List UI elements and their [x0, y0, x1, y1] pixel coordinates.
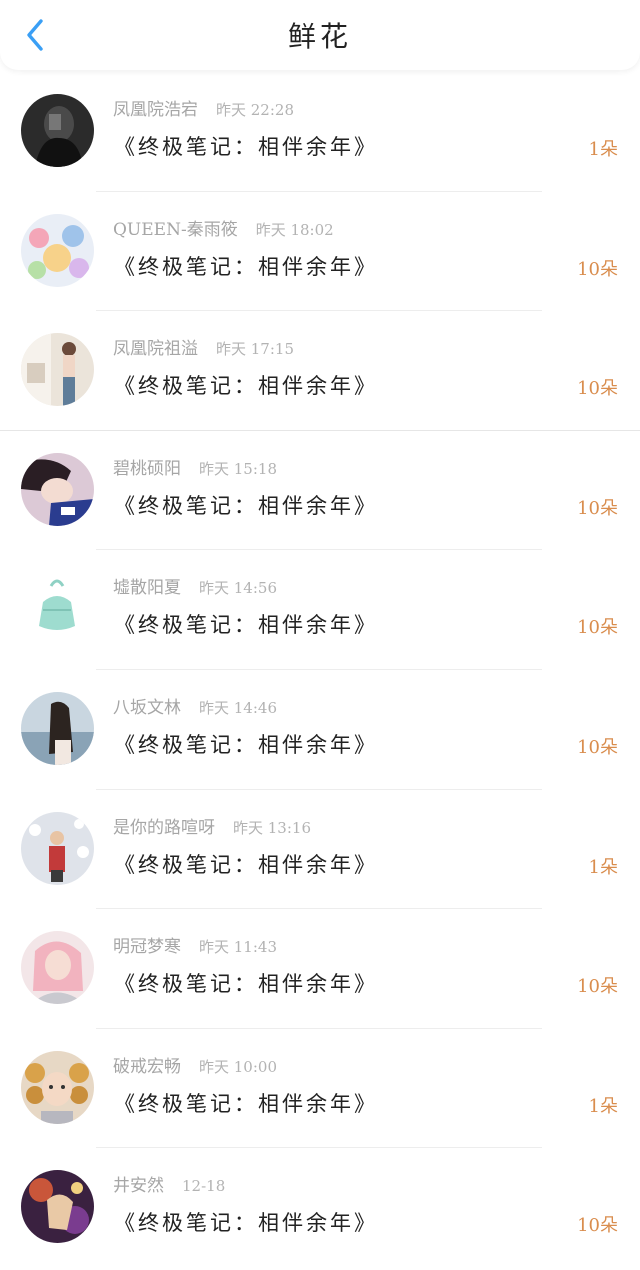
avatar[interactable]: [21, 94, 94, 167]
user-name: 明冠梦寒: [113, 937, 181, 958]
avatar[interactable]: [21, 333, 94, 407]
list-item[interactable]: 墟散阳夏 昨天 14:56 《终极笔记：相伴余年》 10朵: [0, 550, 640, 670]
avatar[interactable]: [21, 811, 94, 885]
timestamp: 昨天 14:56: [199, 579, 277, 598]
user-name: 八坂文林: [113, 697, 181, 718]
page-title: 鲜花: [287, 20, 352, 53]
flower-count: 10朵: [577, 617, 618, 639]
timestamp: 12-18: [182, 1177, 226, 1196]
book-title: 《终极笔记：相伴余年》: [114, 135, 378, 159]
list-item[interactable]: 井安然 12-18 《终极笔记：相伴余年》 10朵: [0, 1148, 640, 1268]
book-title: 《终极笔记：相伴余年》: [114, 972, 378, 997]
flower-list: 凤凰院浩宕 昨天 22:28 《终极笔记：相伴余年》 1朵 QUEEN-秦雨筱 昨天…: [0, 72, 640, 1268]
flower-count: 10朵: [577, 258, 618, 280]
book-title: 《终极笔记：相伴余年》: [114, 254, 378, 279]
timestamp: 昨天 11:43: [199, 938, 277, 957]
timestamp: 昨天 22:28: [216, 101, 294, 119]
timestamp: 昨天 13:16: [233, 818, 311, 837]
timestamp: 昨天 15:18: [199, 459, 277, 478]
book-title: 《终极笔记：相伴余年》: [114, 374, 378, 399]
timestamp: 昨天 14:46: [199, 698, 277, 717]
flower-count: 1朵: [588, 856, 618, 878]
book-title: 《终极笔记：相伴余年》: [114, 852, 378, 877]
book-title: 《终极笔记：相伴余年》: [114, 493, 378, 518]
timestamp: 昨天 18:02: [255, 220, 334, 239]
avatar[interactable]: [21, 931, 94, 1005]
user-name: QUEEN-秦雨筱: [113, 219, 238, 240]
list-item[interactable]: 是你的路喧呀 昨天 13:16 《终极笔记：相伴余年》 1朵: [0, 790, 640, 910]
user-name: 井安然: [113, 1176, 164, 1197]
flower-count: 10朵: [577, 497, 618, 519]
flower-count: 10朵: [577, 976, 618, 998]
flower-count: 1朵: [588, 139, 618, 160]
flower-count: 1朵: [588, 1095, 618, 1117]
list-item[interactable]: 八坂文林 昨天 14:46 《终极笔记：相伴余年》 10朵: [0, 670, 640, 790]
user-name: 破戒宏畅: [113, 1056, 181, 1077]
book-title: 《终极笔记：相伴余年》: [114, 613, 378, 638]
list-item[interactable]: QUEEN-秦雨筱 昨天 18:02 《终极笔记：相伴余年》 10朵: [0, 192, 640, 312]
list-item[interactable]: 凤凰院浩宕 昨天 22:28 《终极笔记：相伴余年》 1朵: [0, 72, 640, 192]
avatar[interactable]: [21, 572, 94, 646]
list-item[interactable]: 碧桃硕阳 昨天 15:18 《终极笔记：相伴余年》 10朵: [0, 431, 640, 551]
list-item[interactable]: 凤凰院祖溢 昨天 17:15 《终极笔记：相伴余年》 10朵: [0, 311, 640, 431]
user-name: 碧桃硕阳: [113, 458, 181, 479]
user-name: 凤凰院浩宕: [113, 100, 198, 120]
list-item[interactable]: 破戒宏畅 昨天 10:00 《终极笔记：相伴余年》 1朵: [0, 1029, 640, 1149]
avatar[interactable]: [21, 691, 94, 765]
user-name: 凤凰院祖溢: [113, 339, 198, 360]
timestamp: 昨天 10:00: [199, 1057, 277, 1076]
avatar[interactable]: [21, 213, 94, 287]
user-name: 墟散阳夏: [113, 578, 181, 599]
list-item[interactable]: 明冠梦寒 昨天 11:43 《终极笔记：相伴余年》 10朵: [0, 909, 640, 1029]
flower-count: 10朵: [577, 1215, 618, 1237]
avatar[interactable]: [21, 1050, 94, 1124]
book-title: 《终极笔记：相伴余年》: [114, 732, 378, 757]
book-title: 《终极笔记：相伴余年》: [114, 1091, 378, 1116]
header-bar: 鲜花: [0, 0, 640, 70]
timestamp: 昨天 17:15: [216, 340, 294, 359]
flower-count: 10朵: [577, 736, 618, 758]
user-name: 是你的路喧呀: [113, 817, 215, 838]
avatar[interactable]: [21, 1170, 94, 1244]
book-title: 《终极笔记：相伴余年》: [114, 1211, 378, 1236]
avatar[interactable]: [21, 452, 94, 526]
flower-count: 10朵: [577, 378, 618, 400]
